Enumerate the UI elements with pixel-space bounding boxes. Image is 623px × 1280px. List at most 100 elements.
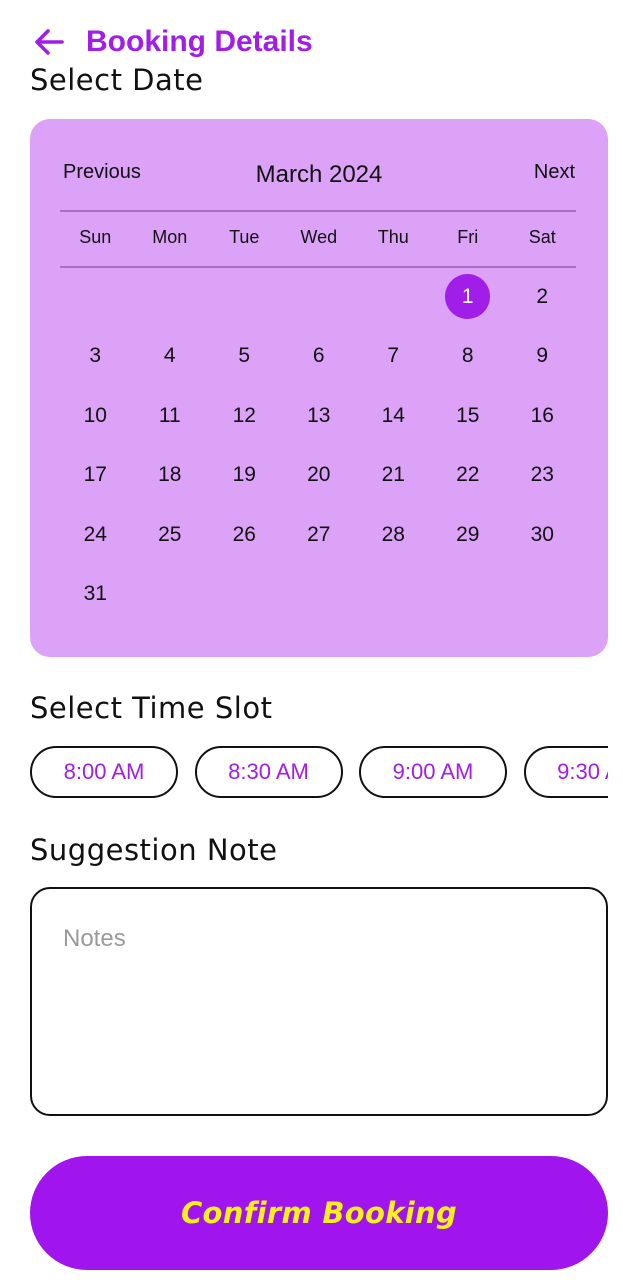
calendar-day[interactable]: 28 xyxy=(356,512,431,557)
calendar-day-number: 27 xyxy=(307,522,331,546)
calendar-day[interactable]: 10 xyxy=(58,393,133,438)
calendar-day[interactable]: 26 xyxy=(207,512,282,557)
calendar-day[interactable]: 29 xyxy=(431,512,506,557)
calendar-day-number: 8 xyxy=(461,344,474,368)
calendar-day[interactable]: 3 xyxy=(58,334,133,379)
calendar-day[interactable]: 4 xyxy=(133,334,208,379)
calendar-empty-cell xyxy=(356,274,431,319)
calendar-day-number: 11 xyxy=(158,403,181,427)
confirm-booking-button[interactable]: Confirm Booking xyxy=(30,1156,608,1270)
back-arrow-icon[interactable] xyxy=(32,25,66,59)
calendar-day[interactable]: 15 xyxy=(431,393,506,438)
calendar-day[interactable]: 7 xyxy=(356,334,431,379)
time-slot-chip[interactable]: 8:30 AM xyxy=(194,746,343,798)
previous-month-button[interactable]: Previous xyxy=(63,161,141,184)
calendar-day[interactable]: 27 xyxy=(282,512,357,557)
calendar-empty-cell xyxy=(356,572,431,617)
calendar-day-number: 21 xyxy=(381,463,405,487)
calendar-day-number: 19 xyxy=(232,463,256,487)
calendar-day[interactable]: 9 xyxy=(505,334,580,379)
calendar-day-number: 3 xyxy=(89,344,102,368)
calendar-day[interactable]: 12 xyxy=(207,393,282,438)
calendar-day-number: 4 xyxy=(163,344,176,368)
calendar-day-number: 2 xyxy=(536,284,549,308)
calendar-empty-cell xyxy=(133,572,208,617)
calendar-day-number: 15 xyxy=(456,403,480,427)
calendar-day-number: 30 xyxy=(530,522,554,546)
app-header: Booking Details xyxy=(32,22,313,62)
calendar-day-number: 23 xyxy=(530,463,554,487)
calendar-day-number: 20 xyxy=(307,463,331,487)
time-slot-scroller[interactable]: 8:00 AM 8:30 AM 9:00 AM 9:30 AM xyxy=(30,746,608,798)
calendar-empty-cell xyxy=(282,572,357,617)
calendar-day[interactable]: 21 xyxy=(356,453,431,498)
calendar-day-number: 16 xyxy=(530,403,554,427)
calendar-day-number: 5 xyxy=(238,344,251,368)
calendar-day[interactable]: 20 xyxy=(282,453,357,498)
calendar-day-number: 7 xyxy=(387,344,400,368)
weekday-label: Fri xyxy=(457,227,479,247)
calendar-day-number: 25 xyxy=(158,522,182,546)
calendar-day[interactable]: 24 xyxy=(58,512,133,557)
calendar-day-number: 29 xyxy=(456,522,480,546)
calendar-empty-cell xyxy=(133,274,208,319)
calendar-day-number: 31 xyxy=(83,582,107,606)
time-slot-list: 8:00 AM 8:30 AM 9:00 AM 9:30 AM xyxy=(30,746,608,798)
calendar-day-number: 26 xyxy=(232,522,256,546)
calendar-grid: 1 2 3 4 5 6 7 8 9 10 11 12 13 14 15 16 17 18 19 20 21 22 23 24 2… xyxy=(58,267,580,624)
calendar-day[interactable]: 22 xyxy=(431,453,506,498)
notes-input[interactable] xyxy=(63,925,575,1078)
calendar-day-number: 10 xyxy=(83,403,107,427)
time-slot-chip[interactable]: 8:00 AM xyxy=(30,746,178,798)
calendar: Previous March 2024 Next Sun Mon Tue Wed Thu… xyxy=(30,119,608,657)
weekday-label: Wed xyxy=(300,227,338,247)
notes-box xyxy=(30,887,608,1116)
next-month-button[interactable]: Next xyxy=(534,161,575,184)
calendar-week: 31 xyxy=(58,565,580,625)
calendar-empty-cell xyxy=(431,572,506,617)
calendar-day-number: 18 xyxy=(158,463,182,487)
select-time-slot-heading: Select Time Slot xyxy=(30,691,273,725)
calendar-empty-cell xyxy=(58,274,133,319)
weekday-label: Sat xyxy=(528,227,556,247)
calendar-day[interactable]: 18 xyxy=(133,453,208,498)
month-label: March 2024 xyxy=(255,161,383,188)
calendar-empty-cell xyxy=(505,572,580,617)
calendar-day[interactable]: 2 xyxy=(505,274,580,319)
time-slot-chip[interactable]: 9:00 AM xyxy=(359,746,507,798)
calendar-empty-cell xyxy=(207,274,282,319)
calendar-day[interactable]: 11 xyxy=(133,393,208,438)
calendar-day[interactable]: 13 xyxy=(282,393,357,438)
calendar-day[interactable]: 1 xyxy=(431,274,506,320)
divider xyxy=(60,210,576,212)
confirm-booking-label: Confirm Booking xyxy=(180,1196,458,1230)
calendar-day-number: 12 xyxy=(232,403,256,427)
calendar-day[interactable]: 19 xyxy=(207,453,282,498)
calendar-week: 3 4 5 6 7 8 9 xyxy=(58,327,580,387)
weekday-label: Sun xyxy=(79,227,112,247)
calendar-empty-cell xyxy=(207,572,282,617)
calendar-day[interactable]: 14 xyxy=(356,393,431,438)
calendar-day[interactable]: 17 xyxy=(58,453,133,498)
calendar-day[interactable]: 5 xyxy=(207,334,282,379)
calendar-day[interactable]: 6 xyxy=(282,334,357,379)
calendar-day[interactable]: 25 xyxy=(133,512,208,557)
calendar-week: 24 25 26 27 28 29 30 xyxy=(58,505,580,565)
calendar-day-number: 9 xyxy=(536,344,549,368)
calendar-day[interactable]: 8 xyxy=(431,334,506,379)
calendar-day-number: 17 xyxy=(83,463,107,487)
calendar-week: 10 11 12 13 14 15 16 xyxy=(58,386,580,446)
calendar-day[interactable]: 31 xyxy=(58,572,133,617)
calendar-day-number: 24 xyxy=(83,522,107,546)
page-title: Booking Details xyxy=(86,25,313,58)
calendar-day-number: 14 xyxy=(381,403,405,427)
calendar-day-number: 22 xyxy=(456,463,480,487)
calendar-day-number: 28 xyxy=(381,522,405,546)
weekday-label: Thu xyxy=(377,227,409,247)
calendar-day-number: 6 xyxy=(312,344,325,368)
calendar-day[interactable]: 30 xyxy=(505,512,580,557)
calendar-day[interactable]: 16 xyxy=(505,393,580,438)
suggestion-note-heading: Suggestion Note xyxy=(30,833,278,867)
time-slot-chip[interactable]: 9:30 AM xyxy=(523,746,608,798)
calendar-day[interactable]: 23 xyxy=(505,453,580,498)
